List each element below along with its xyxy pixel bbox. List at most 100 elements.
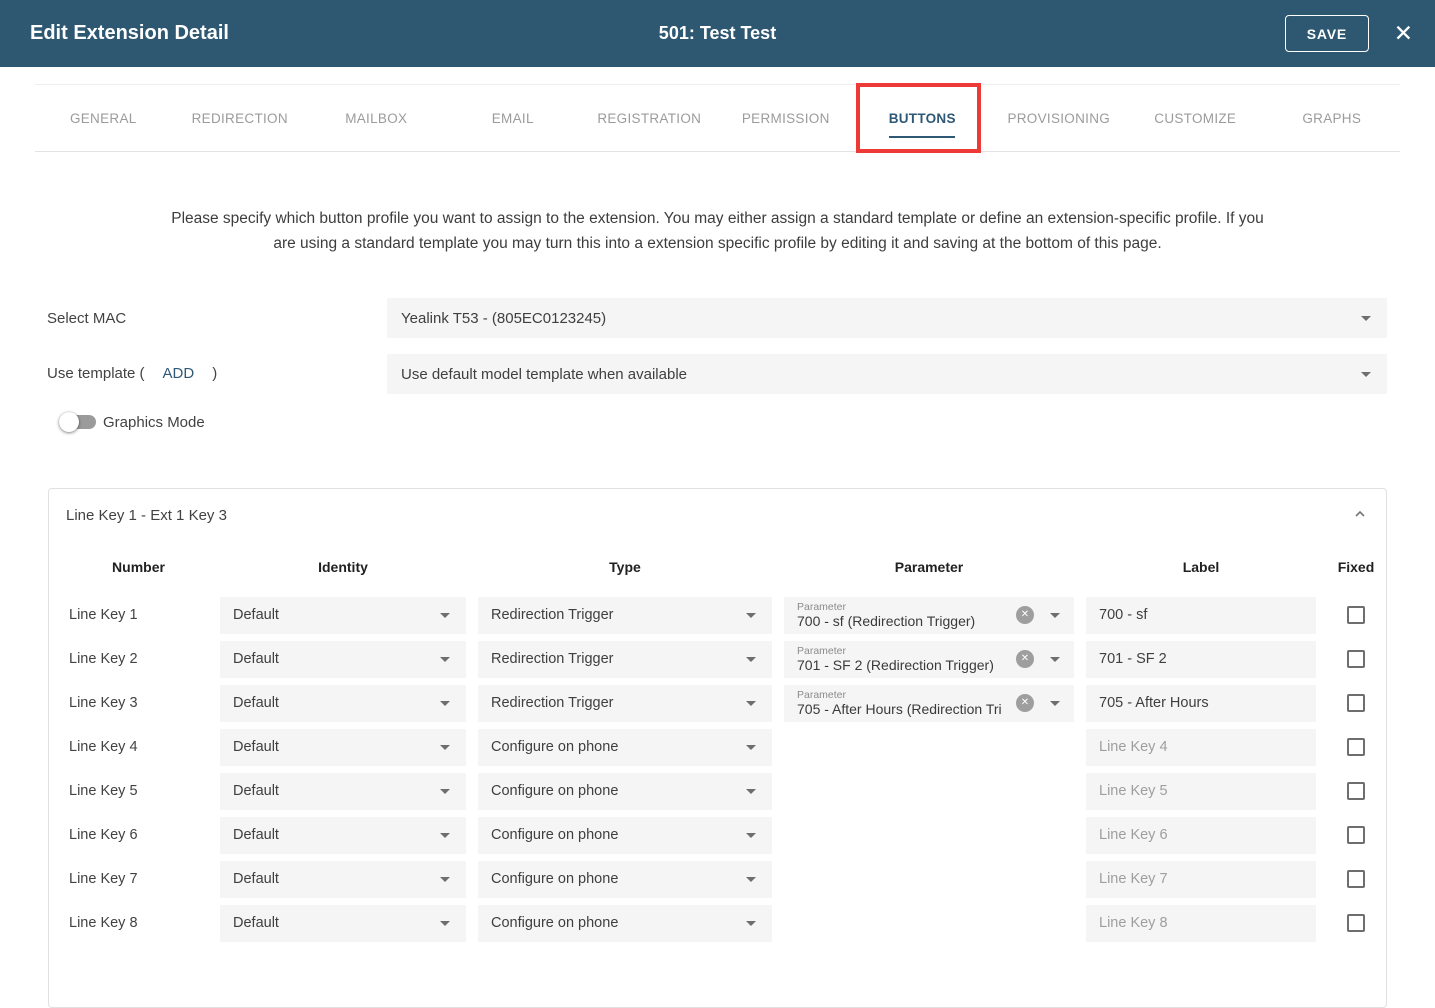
identity-value: Default <box>233 651 279 667</box>
column-header-number: Number <box>69 559 208 575</box>
parameter-empty <box>784 773 1074 810</box>
dialog-header: Edit Extension Detail 501: Test Test SAV… <box>0 0 1435 67</box>
use-template-label: Use template (ADD) <box>47 365 217 382</box>
type-select[interactable]: Configure on phone <box>478 905 772 942</box>
label-input[interactable]: Line Key 5 <box>1086 773 1316 810</box>
chevron-down-icon <box>440 745 450 750</box>
identity-value: Default <box>233 695 279 711</box>
table-row: Line Key 4 Default Configure on phone Line … <box>49 725 1386 769</box>
chevron-down-icon <box>440 613 450 618</box>
tab-provisioning[interactable]: PROVISIONING <box>991 85 1128 151</box>
tab-redirection[interactable]: REDIRECTION <box>172 85 309 151</box>
fixed-checkbox[interactable] <box>1347 650 1365 668</box>
type-select[interactable]: Configure on phone <box>478 861 772 898</box>
line-key-number: Line Key 7 <box>69 871 208 887</box>
identity-select[interactable]: Default <box>220 641 466 678</box>
identity-select[interactable]: Default <box>220 773 466 810</box>
select-mac-dropdown[interactable]: Yealink T53 - (805EC0123245) <box>387 298 1387 338</box>
description-line-1: Please specify which button profile you … <box>0 207 1435 232</box>
type-select[interactable]: Redirection Trigger <box>478 597 772 634</box>
chevron-down-icon <box>440 921 450 926</box>
chevron-down-icon <box>440 789 450 794</box>
tab-graphs[interactable]: GRAPHS <box>1264 85 1401 151</box>
table-row: Line Key 7 Default Configure on phone Line … <box>49 857 1386 901</box>
tab-buttons[interactable]: BUTTONS <box>854 85 991 151</box>
fixed-cell <box>1328 694 1384 712</box>
chevron-down-icon <box>746 745 756 750</box>
fixed-checkbox[interactable] <box>1347 782 1365 800</box>
parameter-select[interactable]: Parameter700 - sf (Redirection Trigger)✕ <box>784 597 1074 634</box>
tab-label: BUTTONS <box>889 111 956 126</box>
label-input[interactable]: Line Key 4 <box>1086 729 1316 766</box>
identity-select[interactable]: Default <box>220 729 466 766</box>
type-value: Redirection Trigger <box>491 607 614 623</box>
label-input[interactable]: 705 - After Hours <box>1086 685 1316 722</box>
parameter-value: 700 - sf (Redirection Trigger) <box>797 613 1023 630</box>
type-select[interactable]: Configure on phone <box>478 817 772 854</box>
identity-value: Default <box>233 739 279 755</box>
identity-select[interactable]: Default <box>220 905 466 942</box>
parameter-select[interactable]: Parameter705 - After Hours (Redirection … <box>784 685 1074 722</box>
fixed-checkbox[interactable] <box>1347 870 1365 888</box>
chevron-down-icon <box>440 657 450 662</box>
identity-select[interactable]: Default <box>220 685 466 722</box>
line-key-number: Line Key 3 <box>69 695 208 711</box>
parameter-empty <box>784 861 1074 898</box>
line-key-number: Line Key 4 <box>69 739 208 755</box>
chevron-down-icon <box>746 877 756 882</box>
type-select[interactable]: Configure on phone <box>478 729 772 766</box>
select-mac-label: Select MAC <box>47 310 126 327</box>
label-input[interactable]: Line Key 6 <box>1086 817 1316 854</box>
tab-mailbox[interactable]: MAILBOX <box>308 85 445 151</box>
chevron-down-icon <box>1050 613 1060 618</box>
chevron-down-icon <box>440 877 450 882</box>
parameter-select[interactable]: Parameter701 - SF 2 (Redirection Trigger… <box>784 641 1074 678</box>
identity-select[interactable]: Default <box>220 817 466 854</box>
line-key-number: Line Key 6 <box>69 827 208 843</box>
tab-registration[interactable]: REGISTRATION <box>581 85 718 151</box>
clear-icon[interactable]: ✕ <box>1016 606 1034 624</box>
fixed-checkbox[interactable] <box>1347 738 1365 756</box>
tab-bar: GENERALREDIRECTIONMAILBOXEMAILREGISTRATI… <box>35 84 1400 152</box>
type-select[interactable]: Configure on phone <box>478 773 772 810</box>
chevron-up-icon[interactable] <box>1354 508 1366 520</box>
identity-value: Default <box>233 607 279 623</box>
label-input[interactable]: Line Key 8 <box>1086 905 1316 942</box>
use-template-dropdown[interactable]: Use default model template when availabl… <box>387 354 1387 394</box>
type-value: Configure on phone <box>491 871 618 887</box>
type-select[interactable]: Redirection Trigger <box>478 685 772 722</box>
tab-general[interactable]: GENERAL <box>35 85 172 151</box>
fixed-cell <box>1328 650 1384 668</box>
type-select[interactable]: Redirection Trigger <box>478 641 772 678</box>
fixed-checkbox[interactable] <box>1347 694 1365 712</box>
tab-label: PROVISIONING <box>1007 111 1110 126</box>
label-input[interactable]: 701 - SF 2 <box>1086 641 1316 678</box>
label-input[interactable]: Line Key 7 <box>1086 861 1316 898</box>
parameter-empty <box>784 905 1074 942</box>
column-header-identity: Identity <box>220 559 466 575</box>
use-template-prefix: Use template ( <box>47 365 145 382</box>
fixed-checkbox[interactable] <box>1347 606 1365 624</box>
chevron-down-icon <box>1361 316 1371 321</box>
close-icon[interactable]: ✕ <box>1394 18 1413 48</box>
label-input[interactable]: 700 - sf <box>1086 597 1316 634</box>
description-line-2: are using a standard template you may tu… <box>0 232 1435 257</box>
line-key-number: Line Key 5 <box>69 783 208 799</box>
tab-email[interactable]: EMAIL <box>445 85 582 151</box>
fixed-checkbox[interactable] <box>1347 826 1365 844</box>
identity-select[interactable]: Default <box>220 597 466 634</box>
clear-icon[interactable]: ✕ <box>1016 694 1034 712</box>
fixed-checkbox[interactable] <box>1347 914 1365 932</box>
tab-customize[interactable]: CUSTOMIZE <box>1127 85 1264 151</box>
save-button[interactable]: SAVE <box>1285 15 1369 52</box>
parameter-value: 701 - SF 2 (Redirection Trigger) <box>797 657 1023 674</box>
line-key-rows: Line Key 1DefaultRedirection TriggerPara… <box>49 593 1386 945</box>
graphics-mode-toggle[interactable] <box>59 412 96 432</box>
chevron-down-icon <box>746 921 756 926</box>
chevron-down-icon <box>1050 657 1060 662</box>
clear-icon[interactable]: ✕ <box>1016 650 1034 668</box>
tab-permission[interactable]: PERMISSION <box>718 85 855 151</box>
add-template-link[interactable]: ADD <box>163 365 195 382</box>
fixed-cell <box>1328 606 1384 624</box>
identity-select[interactable]: Default <box>220 861 466 898</box>
